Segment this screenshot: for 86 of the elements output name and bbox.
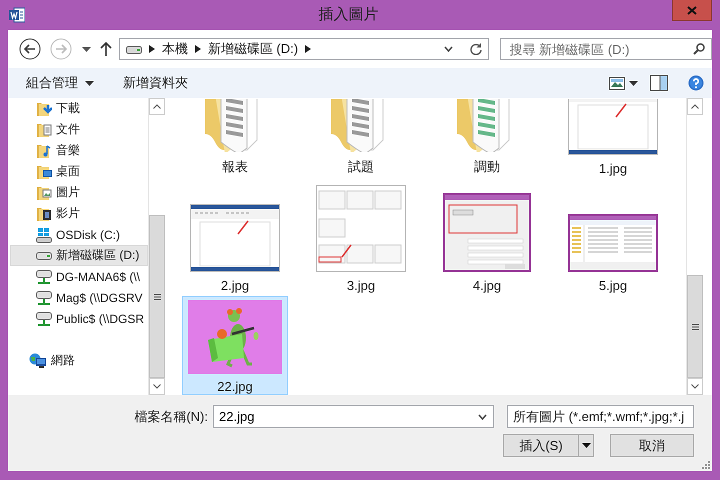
network-icon bbox=[29, 352, 47, 368]
resize-grip-icon bbox=[702, 461, 710, 469]
nav-item[interactable]: 下載 bbox=[10, 98, 148, 119]
chevron-right-icon bbox=[305, 45, 312, 53]
nav-item[interactable]: 圖片 bbox=[10, 182, 148, 203]
network-drive-icon bbox=[36, 268, 52, 284]
chevron-down-icon bbox=[478, 414, 487, 420]
download-folder-icon bbox=[36, 100, 52, 116]
search-icon bbox=[693, 43, 705, 55]
nav-item[interactable]: DG-MANA6$ (\\ bbox=[10, 266, 148, 287]
chevron-up-icon bbox=[153, 104, 161, 109]
insert-button[interactable]: 插入(S) bbox=[503, 434, 579, 457]
app-icon bbox=[9, 7, 25, 23]
scroll-up-button[interactable] bbox=[687, 98, 703, 115]
toolbar-button[interactable]: 新增資料夾 bbox=[116, 71, 195, 95]
file-name-label: 檔案名稱(N): bbox=[133, 408, 208, 426]
chevron-right-icon bbox=[148, 45, 155, 53]
drive-icon bbox=[36, 252, 52, 260]
file-item[interactable]: 5.jpg bbox=[560, 179, 666, 296]
up-button[interactable] bbox=[98, 39, 113, 59]
cancel-button[interactable]: 取消 bbox=[610, 434, 694, 457]
scroll-down-button[interactable] bbox=[149, 378, 165, 395]
chevron-up-icon bbox=[691, 104, 699, 109]
desktop-folder-icon bbox=[36, 164, 52, 180]
file-type-dropdown[interactable]: 所有圖片 (*.emf;*.wmf;*.jpg;*.j bbox=[507, 405, 694, 428]
nav-item[interactable]: 音樂 bbox=[10, 140, 148, 161]
history-dropdown-button[interactable] bbox=[444, 46, 453, 52]
file-item[interactable]: 調動 bbox=[434, 98, 540, 179]
chevron-down-icon bbox=[444, 46, 453, 52]
scrollbar-thumb[interactable] bbox=[149, 215, 165, 378]
system-drive-icon bbox=[36, 226, 52, 242]
caret-icon bbox=[629, 80, 638, 86]
address-bar[interactable]: 本機 新增磁碟區 (D:) bbox=[118, 38, 489, 60]
chevron-right-icon bbox=[194, 45, 201, 53]
file-item[interactable]: 1.jpg bbox=[560, 98, 666, 179]
view-button[interactable] bbox=[607, 74, 627, 92]
image-view-icon bbox=[609, 76, 625, 90]
file-item[interactable]: 2.jpg bbox=[182, 179, 288, 296]
preview-pane-button[interactable] bbox=[648, 73, 670, 93]
view-menu-button[interactable] bbox=[627, 78, 640, 88]
scrollbar-thumb[interactable] bbox=[687, 275, 703, 378]
back-button[interactable] bbox=[19, 38, 42, 60]
window-title: 插入圖片 bbox=[318, 5, 380, 25]
network-drive-icon bbox=[36, 310, 52, 326]
pane-icon bbox=[650, 75, 668, 91]
nav-item[interactable]: 新增磁碟區 (D:) bbox=[10, 245, 148, 266]
file-item[interactable]: 3.jpg bbox=[308, 179, 414, 296]
nav-item[interactable]: OSDisk (C:) bbox=[10, 224, 148, 245]
file-item[interactable]: 22.jpg bbox=[182, 296, 288, 395]
network-drive-icon bbox=[36, 290, 52, 306]
videos-folder-icon bbox=[36, 206, 52, 222]
scroll-down-button[interactable] bbox=[687, 378, 703, 395]
caret-icon bbox=[82, 46, 92, 52]
close-button[interactable] bbox=[672, 0, 712, 21]
nav-item[interactable]: 文件 bbox=[10, 119, 148, 140]
caret-icon bbox=[85, 80, 94, 86]
file-name-combobox[interactable]: 22.jpg bbox=[213, 405, 494, 428]
nav-item[interactable]: Mag$ (\\DGSRV bbox=[10, 287, 148, 308]
chevron-down-icon bbox=[691, 384, 699, 389]
pictures-folder-icon bbox=[36, 184, 52, 200]
documents-folder-icon bbox=[36, 122, 52, 138]
breadcrumb-link[interactable]: 本機 bbox=[162, 40, 188, 58]
file-item[interactable]: 試題 bbox=[308, 98, 414, 179]
refresh-button[interactable] bbox=[470, 43, 482, 55]
file-item[interactable]: 報表 bbox=[182, 98, 288, 179]
search-field[interactable]: 搜尋 新增磁碟區 (D:) bbox=[500, 38, 712, 60]
insert-options-button[interactable] bbox=[579, 434, 594, 457]
up-arrow-icon bbox=[100, 42, 112, 56]
caret-icon bbox=[582, 443, 590, 448]
grip-icon bbox=[692, 324, 698, 330]
help-icon bbox=[688, 75, 704, 91]
chevron-down-icon bbox=[153, 384, 161, 389]
refresh-icon bbox=[470, 43, 482, 55]
nav-item[interactable]: Public$ (\\DGSR bbox=[10, 308, 148, 329]
drive-icon bbox=[126, 44, 142, 54]
music-folder-icon bbox=[36, 142, 52, 158]
breadcrumb-link[interactable]: 新增磁碟區 (D:) bbox=[208, 40, 298, 58]
file-item[interactable]: 4.jpg bbox=[434, 179, 540, 296]
nav-item[interactable]: 影片 bbox=[10, 203, 148, 224]
organize-menu-button[interactable]: 組合管理 bbox=[19, 71, 101, 95]
nav-item[interactable]: 桌面 bbox=[10, 161, 148, 182]
close-icon bbox=[687, 6, 697, 14]
help-button[interactable] bbox=[686, 73, 706, 93]
nav-item[interactable]: 網路 bbox=[10, 350, 148, 371]
grip-icon bbox=[154, 294, 160, 300]
scroll-up-button[interactable] bbox=[149, 98, 165, 115]
